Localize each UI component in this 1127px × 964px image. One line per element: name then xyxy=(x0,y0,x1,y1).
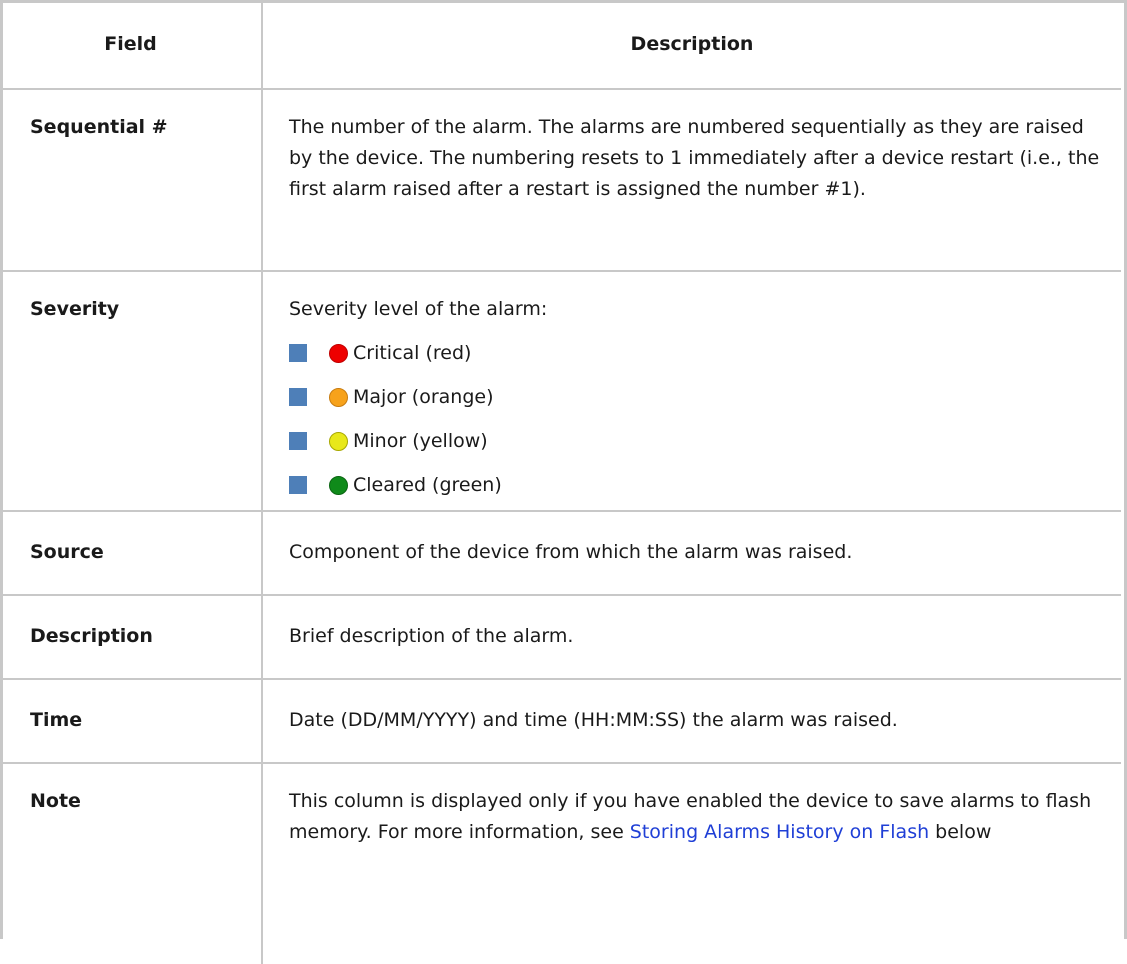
field-name: Source xyxy=(30,541,104,563)
field-description: Date (DD/MM/YYYY) and time (HH:MM:SS) th… xyxy=(289,709,898,731)
severity-list: Critical (red) Major (orange) Minor (yel… xyxy=(289,331,1101,507)
description-cell: Date (DD/MM/YYYY) and time (HH:MM:SS) th… xyxy=(262,679,1121,764)
table-row: Time Date (DD/MM/YYYY) and time (HH:MM:S… xyxy=(0,679,1121,764)
green-circle-icon xyxy=(329,475,348,495)
table-row: Description Brief description of the ala… xyxy=(0,595,1121,680)
alarm-fields-table: Field Description Sequential # The numbe… xyxy=(0,0,1121,964)
orange-circle-icon xyxy=(329,387,348,407)
square-bullet-icon xyxy=(289,388,307,406)
list-item: Major (orange) xyxy=(289,375,1101,419)
field-name: Time xyxy=(30,709,83,731)
field-description: Component of the device from which the a… xyxy=(289,541,853,563)
field-cell: Severity xyxy=(0,271,263,512)
field-name: Severity xyxy=(30,298,120,320)
yellow-circle-icon xyxy=(329,431,348,451)
square-bullet-icon xyxy=(289,432,307,450)
square-bullet-icon xyxy=(289,344,307,362)
note-text-after: below xyxy=(929,821,992,843)
severity-label: Minor (yellow) xyxy=(353,429,488,452)
field-cell: Sequential # xyxy=(0,89,263,272)
storing-alarms-history-link[interactable]: Storing Alarms History on Flash xyxy=(630,821,929,843)
table-row: Sequential # The number of the alarm. Th… xyxy=(0,89,1121,272)
severity-intro: Severity level of the alarm: xyxy=(289,298,548,320)
list-item: Minor (yellow) xyxy=(289,419,1101,463)
field-description: This column is displayed only if you hav… xyxy=(289,764,1101,848)
header-field: Field xyxy=(0,0,263,90)
description-cell: Severity level of the alarm: Critical (r… xyxy=(262,271,1121,512)
severity-label: Cleared (green) xyxy=(353,473,502,496)
description-cell: Component of the device from which the a… xyxy=(262,511,1121,596)
table-row: Note This column is displayed only if yo… xyxy=(0,763,1121,964)
table-row: Source Component of the device from whic… xyxy=(0,511,1121,596)
description-cell: Brief description of the alarm. xyxy=(262,595,1121,680)
field-cell: Note xyxy=(0,763,263,964)
field-cell: Description xyxy=(0,595,263,680)
field-name: Note xyxy=(30,790,81,812)
field-description: Brief description of the alarm. xyxy=(289,625,574,647)
severity-label: Critical (red) xyxy=(353,341,472,364)
field-description: The number of the alarm. The alarms are … xyxy=(289,116,1100,200)
table-header-row: Field Description xyxy=(0,0,1121,90)
field-name: Description xyxy=(30,625,153,647)
field-cell: Source xyxy=(0,511,263,596)
red-circle-icon xyxy=(329,343,348,363)
description-cell: The number of the alarm. The alarms are … xyxy=(262,89,1121,272)
description-cell: This column is displayed only if you hav… xyxy=(262,763,1121,964)
table-row: Severity Severity level of the alarm: Cr… xyxy=(0,271,1121,512)
field-cell: Time xyxy=(0,679,263,764)
list-item: Critical (red) xyxy=(289,331,1101,375)
square-bullet-icon xyxy=(289,476,307,494)
list-item: Cleared (green) xyxy=(289,463,1101,507)
field-name: Sequential # xyxy=(30,116,168,138)
severity-label: Major (orange) xyxy=(353,385,494,408)
header-description: Description xyxy=(262,0,1121,90)
